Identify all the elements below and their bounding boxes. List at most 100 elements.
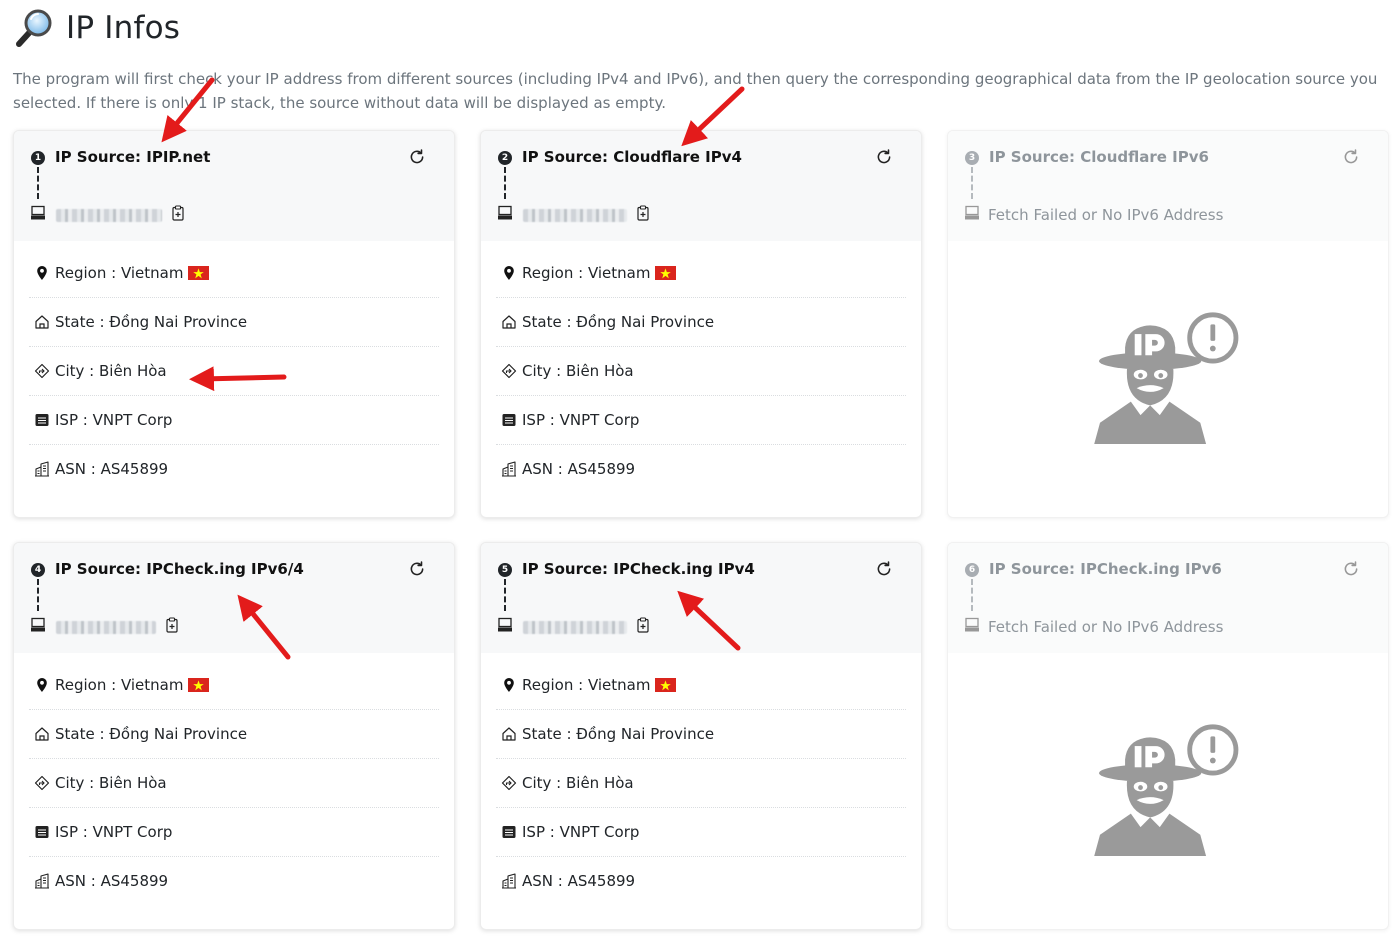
refresh-icon [875,148,893,166]
vietnam-flag-icon [188,266,210,280]
ip-address-row [497,203,651,227]
ip-address-value-redacted [56,620,156,634]
city-label: City : Biên Hòa [522,362,634,380]
region-row: Region : Vietnam [29,661,439,710]
info-list: Region : Vietnam State : Đồng Nai Provin… [29,661,439,905]
computer-icon [30,205,46,221]
refresh-button[interactable] [875,560,893,578]
clipboard-icon [635,205,651,221]
building-icon [501,726,517,742]
ip-address-row [30,615,180,639]
isp-row: ISP : VNPT Corp [29,808,439,857]
isp-label: ISP : VNPT Corp [522,411,640,429]
ip-address-value-redacted [523,620,627,634]
computer-icon [30,617,46,633]
empty-state-illustration [1090,721,1245,860]
ip-address-value-redacted [523,208,627,222]
router-icon [501,824,517,840]
computer-icon [497,617,513,633]
info-list: Region : Vietnam State : Đồng Nai Provin… [496,249,906,493]
ip-address-row: Fetch Failed or No IPv6 Address [964,203,1223,227]
clipboard-icon [164,617,180,633]
source-title: IP Source: IPIP.net [55,148,211,166]
signpost-icon [501,775,517,791]
vietnam-flag-icon [655,266,677,280]
refresh-button[interactable] [408,148,426,166]
card-header: 4 IP Source: IPCheck.ing IPv6/4 [14,543,454,653]
copy-button[interactable] [635,205,651,225]
computer-icon [497,205,513,221]
refresh-icon [1342,560,1360,578]
buildings-icon [501,873,517,889]
source-number-badge: 2 [498,151,512,165]
timeline-connector [37,167,39,199]
refresh-icon [408,560,426,578]
location-pin-icon [34,265,50,281]
asn-label: ASN : AS45899 [522,460,636,478]
detective-warning-icon [1090,309,1245,444]
isp-label: ISP : VNPT Corp [522,823,640,841]
state-row: State : Đồng Nai Province [496,298,906,347]
ip-address-row: Fetch Failed or No IPv6 Address [964,615,1223,639]
source-title: IP Source: IPCheck.ing IPv4 [522,560,755,578]
ip-address-row [30,203,186,227]
asn-row: ASN : AS45899 [29,445,439,493]
ip-address-value-redacted [56,208,162,222]
city-row: City : Biên Hòa [29,347,439,396]
vietnam-flag-icon [188,678,210,692]
signpost-icon [34,363,50,379]
refresh-button[interactable] [1342,560,1360,578]
city-label: City : Biên Hòa [522,774,634,792]
copy-button[interactable] [164,617,180,637]
copy-button[interactable] [170,205,186,225]
buildings-icon [34,461,50,477]
card-header: 6 IP Source: IPCheck.ing IPv6 Fetch Fail… [948,543,1388,653]
source-title: IP Source: Cloudflare IPv6 [989,148,1209,166]
timeline-connector [504,167,506,199]
region-label: Region : Vietnam [55,676,184,694]
vietnam-flag-icon [655,678,677,692]
refresh-button[interactable] [875,148,893,166]
region-label: Region : Vietnam [522,264,651,282]
state-label: State : Đồng Nai Province [522,313,715,331]
isp-row: ISP : VNPT Corp [496,396,906,445]
refresh-button[interactable] [408,560,426,578]
info-list: Region : Vietnam State : Đồng Nai Provin… [496,661,906,905]
router-icon [34,824,50,840]
empty-state-illustration [1090,309,1245,448]
asn-row: ASN : AS45899 [496,857,906,905]
region-row: Region : Vietnam [29,249,439,298]
isp-label: ISP : VNPT Corp [55,823,173,841]
clipboard-icon [170,205,186,221]
source-number-badge: 1 [31,151,45,165]
signpost-icon [501,363,517,379]
region-label: Region : Vietnam [522,676,651,694]
page-description: The program will first check your IP add… [13,70,1378,112]
building-icon [501,314,517,330]
buildings-icon [34,873,50,889]
buildings-icon [501,461,517,477]
timeline-connector [504,579,506,611]
city-row: City : Biên Hòa [496,759,906,808]
refresh-button[interactable] [1342,148,1360,166]
clipboard-icon [635,617,651,633]
region-row: Region : Vietnam [496,249,906,298]
city-label: City : Biên Hòa [55,362,167,380]
detective-warning-icon [1090,721,1245,856]
fetch-failed-text: Fetch Failed or No IPv6 Address [988,618,1224,636]
computer-icon [964,617,980,633]
fetch-failed-text: Fetch Failed or No IPv6 Address [988,206,1224,224]
region-label: Region : Vietnam [55,264,184,282]
copy-button[interactable] [635,617,651,637]
ip-source-card: 1 IP Source: IPIP.net Region : Vietnam S… [13,130,455,518]
ip-address-row [497,615,651,639]
source-title: IP Source: IPCheck.ing IPv6 [989,560,1222,578]
building-icon [34,726,50,742]
ip-source-card: 6 IP Source: IPCheck.ing IPv6 Fetch Fail… [947,542,1389,930]
card-header: 2 IP Source: Cloudflare IPv4 [481,131,921,241]
building-icon [34,314,50,330]
city-row: City : Biên Hòa [496,347,906,396]
computer-icon [964,205,980,221]
isp-row: ISP : VNPT Corp [29,396,439,445]
state-row: State : Đồng Nai Province [496,710,906,759]
